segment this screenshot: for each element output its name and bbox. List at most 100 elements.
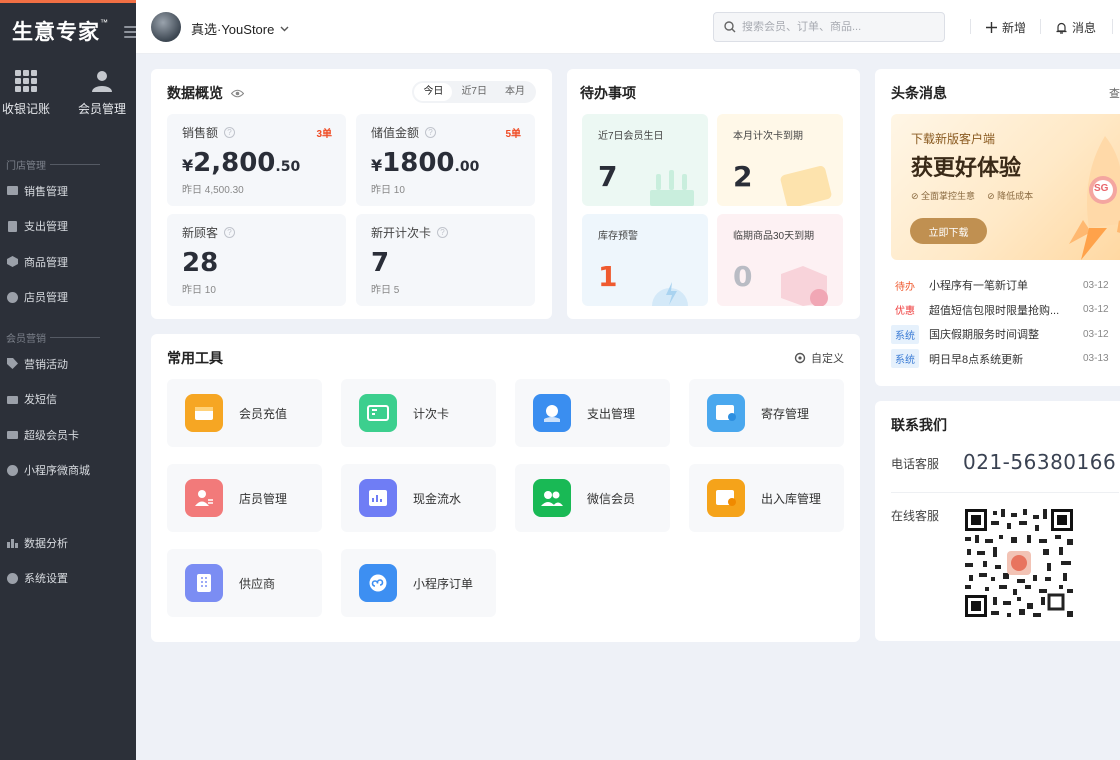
news-item[interactable]: 待办 小程序有一笔新订单 03-12 xyxy=(891,273,1120,298)
todo-card: 待办事项 近7日会员生日 7 本月计次卡到期 2 库存预警 1 临期商品30天到… xyxy=(567,69,860,319)
message-label: 消息 xyxy=(1072,21,1097,35)
news-item[interactable]: 系统 明日早8点系统更新 03-13 xyxy=(891,347,1120,372)
tool-expense[interactable]: 支出管理 xyxy=(515,379,670,447)
sidebar-item-expense[interactable]: 支出管理 xyxy=(0,209,136,245)
stat-label: 新开计次卡 xyxy=(371,226,432,240)
stat-yesterday: 昨日 10 xyxy=(371,185,405,196)
goods-icon xyxy=(7,256,18,268)
search-icon xyxy=(724,21,736,33)
sidebar-item-campaign[interactable]: 营销活动 xyxy=(0,346,136,382)
tool-label: 寄存管理 xyxy=(761,406,810,421)
sidebar-item-analytics[interactable]: 数据分析 xyxy=(0,525,136,561)
online-label: 在线客服 xyxy=(891,509,940,523)
deposit-icon xyxy=(707,394,745,432)
staff-icon xyxy=(185,479,223,517)
help-icon[interactable]: ? xyxy=(224,127,236,138)
news-text: 超值短信包限时限量抢购... xyxy=(929,304,1060,317)
qr-code[interactable] xyxy=(963,507,1075,619)
stat-new-customers[interactable]: 新顾客? 28 昨日 10 xyxy=(167,214,346,306)
help-icon[interactable]: ? xyxy=(425,127,437,138)
add-button[interactable]: 新增 xyxy=(986,19,1026,36)
tab-today[interactable]: 今日 xyxy=(414,83,453,101)
headline-card: 头条消息 查 下载新版客户端 获更好体验 ⊘ 全面掌控生意 ⊘ 降低成本 立即下载… xyxy=(875,69,1120,386)
tool-member-recharge[interactable]: 会员充值 xyxy=(167,379,322,447)
tag-icon xyxy=(7,358,18,370)
store-switcher[interactable]: 真选·YouStore xyxy=(191,19,289,38)
divider xyxy=(1112,19,1113,34)
tool-deposit[interactable]: 寄存管理 xyxy=(689,379,844,447)
todo-card-expiry[interactable]: 本月计次卡到期 2 xyxy=(717,114,843,206)
mini-program-icon xyxy=(359,564,397,602)
stat-value: ¥1800.00 xyxy=(371,148,480,178)
logo-trademark: ™ xyxy=(100,18,108,27)
sidebar-item-super-card[interactable]: 超级会员卡 xyxy=(0,417,136,453)
todo-label: 临期商品30天到期 xyxy=(733,231,815,242)
box-clock-icon xyxy=(781,266,828,306)
sidebar-item-settings[interactable]: 系统设置 xyxy=(0,561,136,597)
logo-text: 生意专家 xyxy=(12,19,100,44)
divider xyxy=(1040,19,1041,34)
wechat-member-icon xyxy=(533,479,571,517)
stat-stored-value[interactable]: 储值金额? 5单 ¥1800.00 昨日 10 xyxy=(356,114,535,206)
todo-birthday[interactable]: 近7日会员生日 7 xyxy=(582,114,708,206)
period-tabs: 今日 近7日 本月 xyxy=(412,81,536,103)
news-item[interactable]: 系统 国庆假期服务时间调整 03-12 xyxy=(891,322,1120,347)
banner-features: ⊘ 全面掌控生意 ⊘ 降低成本 xyxy=(911,189,1033,202)
mail-icon xyxy=(7,395,18,404)
stat-sales[interactable]: 销售额? 3单 ¥2,800.50 昨日 4,500.30 xyxy=(167,114,346,206)
tool-label: 出入库管理 xyxy=(761,491,822,506)
tool-supplier[interactable]: 供应商 xyxy=(167,549,322,617)
todo-value: 0 xyxy=(733,260,753,293)
news-item[interactable]: 优惠 超值短信包限时限量抢购... 03-12 xyxy=(891,298,1120,323)
headline-title: 头条消息 xyxy=(891,85,947,101)
stat-badge: 3单 xyxy=(316,129,332,140)
headline-more-link[interactable]: 查 xyxy=(1109,85,1120,101)
news-date: 03-12 xyxy=(1083,279,1109,291)
search-input[interactable] xyxy=(742,21,932,33)
tool-mini-program-order[interactable]: 小程序订单 xyxy=(341,549,496,617)
news-date: 03-12 xyxy=(1083,328,1109,340)
download-button[interactable]: 立即下载 xyxy=(910,218,987,244)
sidebar-item-sms[interactable]: 发短信 xyxy=(0,382,136,418)
tool-label: 支出管理 xyxy=(587,406,636,421)
group-member-marketing: 会员营销 xyxy=(0,328,136,346)
avatar[interactable] xyxy=(151,12,181,42)
tool-count-card[interactable]: 计次卡 xyxy=(341,379,496,447)
download-banner[interactable]: 下载新版客户端 获更好体验 ⊘ 全面掌控生意 ⊘ 降低成本 立即下载 SG xyxy=(891,114,1120,260)
sidebar-item-mini-mall[interactable]: 小程序微商城 xyxy=(0,453,136,489)
sidebar-item-staff[interactable]: 店员管理 xyxy=(0,280,136,316)
tool-inventory[interactable]: 出入库管理 xyxy=(689,464,844,532)
eye-icon[interactable] xyxy=(231,89,244,98)
tool-wechat-member[interactable]: 微信会员 xyxy=(515,464,670,532)
help-icon[interactable]: ? xyxy=(437,227,449,238)
quick-member[interactable]: 会员管理 xyxy=(68,70,136,135)
sidebar-item-label: 商品管理 xyxy=(24,256,68,269)
tool-staff[interactable]: 店员管理 xyxy=(167,464,322,532)
overview-title-text: 数据概览 xyxy=(167,85,223,101)
sidebar-item-goods[interactable]: 商品管理 xyxy=(0,244,136,280)
stat-label: 储值金额 xyxy=(371,126,420,140)
todo-title: 待办事项 xyxy=(580,85,636,101)
quick-cashier[interactable]: 收银记账 xyxy=(0,70,68,135)
group-store-management: 门店管理 xyxy=(0,155,136,173)
tab-7days[interactable]: 近7日 xyxy=(452,83,496,101)
sidebar: 生意专家 ™ 收银记账 会员管理 门店管理 销售管理 支出管理 商品管理 店员管… xyxy=(0,0,138,760)
stat-value: 28 xyxy=(182,248,219,278)
sidebar-item-label: 超级会员卡 xyxy=(24,429,79,442)
help-icon[interactable]: ? xyxy=(224,227,236,238)
stat-label: 新顾客 xyxy=(182,226,219,240)
grid-icon xyxy=(15,70,37,92)
sidebar-item-label: 数据分析 xyxy=(24,537,68,550)
sidebar-item-sales[interactable]: 销售管理 xyxy=(0,173,136,209)
todo-label: 本月计次卡到期 xyxy=(733,131,803,142)
cake-icon xyxy=(650,170,694,206)
tool-cashflow[interactable]: 现金流水 xyxy=(341,464,496,532)
message-button[interactable]: 消息 xyxy=(1056,19,1096,36)
tab-month[interactable]: 本月 xyxy=(496,83,534,101)
tool-label: 计次卡 xyxy=(413,406,450,421)
logo: 生意专家 ™ xyxy=(0,3,138,58)
todo-stock-warning[interactable]: 库存预警 1 xyxy=(582,214,708,306)
customize-button[interactable]: 自定义 xyxy=(794,350,844,366)
todo-expiring-goods[interactable]: 临期商品30天到期 0 xyxy=(717,214,843,306)
stat-new-count-cards[interactable]: 新开计次卡? 7 昨日 5 xyxy=(356,214,535,306)
